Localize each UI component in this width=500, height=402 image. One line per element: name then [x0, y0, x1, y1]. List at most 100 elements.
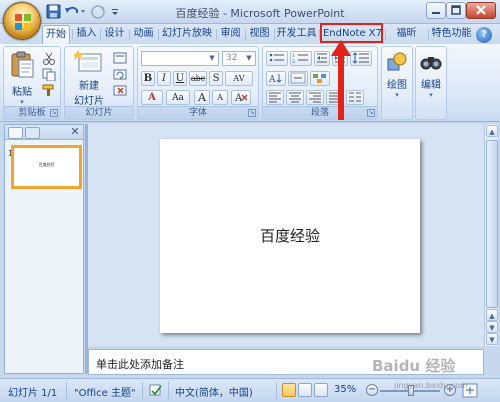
font-size-combo[interactable]: 32 ▼ [222, 51, 256, 66]
scroll-down-icon[interactable]: ▼ [486, 333, 498, 345]
clipboard-group: 粘贴 ▾ 剪贴板 ↘ [3, 46, 61, 120]
scroll-up-icon[interactable]: ▲ [486, 125, 498, 137]
copy-icon[interactable] [42, 68, 56, 82]
scroll-thumb[interactable] [486, 140, 498, 308]
tab-review[interactable]: 审阅 [217, 25, 243, 44]
tab-slideshow[interactable]: 幻灯片放映 [159, 25, 214, 44]
editing-button[interactable]: 编辑 ▾ [417, 51, 445, 103]
align-center-icon[interactable] [286, 90, 304, 105]
zoom-in-icon[interactable]: + [444, 384, 456, 396]
font-color-button[interactable]: A [141, 90, 163, 105]
editing-group: 编辑 ▾ [415, 46, 447, 120]
align-text-icon[interactable] [288, 71, 308, 86]
zoom-out-icon[interactable]: − [366, 384, 378, 396]
scroll-down-page-icon[interactable]: ▼ [486, 321, 498, 333]
powerpoint-window: 百度经验 - Microsoft PowerPoint 开始 插入 设计 动画 … [0, 0, 500, 402]
character-spacing-button[interactable]: AV [225, 71, 253, 86]
editing-label: 编辑 [421, 80, 441, 91]
normal-view-icon[interactable] [282, 383, 296, 397]
undo-icon[interactable] [64, 4, 86, 20]
text-shadow-button[interactable]: S [209, 71, 223, 86]
numbering-icon[interactable]: 12 [290, 51, 312, 66]
paragraph-group-label: 段落 [263, 106, 377, 119]
line-spacing-icon[interactable] [350, 51, 372, 66]
slide-canvas[interactable]: 百度经验 [160, 139, 420, 333]
maximize-button[interactable] [446, 2, 466, 19]
bullets-icon[interactable] [266, 51, 288, 66]
tab-developer[interactable]: 开发工具 [275, 25, 317, 44]
minimize-button[interactable] [426, 2, 446, 19]
tab-view[interactable]: 视图 [246, 25, 272, 44]
italic-button[interactable]: I [157, 71, 171, 86]
cut-icon[interactable] [42, 52, 56, 65]
font-size-value: 32 [226, 53, 238, 63]
clear-formatting-icon[interactable]: A [231, 90, 251, 105]
paste-button[interactable]: 粘贴 ▾ [7, 50, 37, 106]
paragraph-launcher-icon[interactable]: ↘ [367, 109, 375, 117]
new-slide-label-line2: 幻灯片 [74, 96, 104, 107]
slide-counter: 幻灯片 1/1 [8, 388, 58, 399]
fit-to-window-icon[interactable] [462, 383, 478, 398]
drawing-group: 绘图 ▾ [381, 46, 413, 120]
paragraph-group: 12 A 段落 ↘ [262, 46, 378, 120]
slide-title[interactable]: 百度经验 [160, 225, 420, 246]
vertical-scrollbar[interactable]: ▲ ▲ ▼ ▼ [484, 124, 498, 346]
font-name-combo[interactable]: ▼ [141, 51, 219, 66]
paste-label: 粘贴 [12, 87, 32, 98]
slides-tab-icon[interactable] [8, 127, 23, 139]
drawing-label: 绘图 [387, 80, 407, 91]
close-icon[interactable]: ✕ [69, 125, 81, 139]
align-right-icon[interactable] [306, 90, 324, 105]
font-launcher-icon[interactable]: ↘ [248, 109, 256, 117]
underline-button[interactable]: U [173, 71, 187, 86]
font-group: ▼ 32 ▼ B I U abc S AV A Aa A A A 字体 ↘ [137, 46, 259, 120]
title-bar: 百度经验 - Microsoft PowerPoint [0, 0, 500, 24]
slide-editing-area: 百度经验 [88, 124, 484, 346]
redo-icon[interactable] [89, 4, 107, 20]
paste-icon [11, 51, 34, 78]
smartart-icon[interactable] [310, 71, 330, 86]
grow-font-button[interactable]: A [194, 90, 210, 105]
tab-foxit-pdf[interactable]: 福昕PDF [386, 25, 426, 57]
tab-special-features[interactable]: 特色功能 [429, 25, 473, 44]
help-icon[interactable]: ? [476, 27, 492, 43]
text-direction-icon[interactable]: A [266, 71, 286, 86]
delete-slide-icon[interactable] [113, 84, 127, 97]
svg-text:A: A [234, 93, 243, 103]
slide-thumbnail-title: 百度经验 [38, 162, 55, 167]
office-button[interactable] [3, 2, 41, 40]
theme-name: "Office 主题" [74, 388, 136, 399]
shrink-font-button[interactable]: A [212, 90, 228, 105]
slideshow-view-icon[interactable] [314, 383, 328, 397]
zoom-slider-thumb[interactable] [408, 385, 414, 396]
decrease-indent-icon[interactable] [314, 51, 330, 66]
zoom-level[interactable]: 35% [334, 384, 356, 395]
scroll-up-page-icon[interactable]: ▲ [486, 309, 498, 321]
change-case-button[interactable]: Aa [166, 90, 190, 105]
tab-design[interactable]: 设计 [101, 25, 127, 44]
tab-insert[interactable]: 插入 [73, 25, 99, 44]
notes-pane[interactable]: 单击此处添加备注 [88, 349, 484, 375]
customize-icon[interactable] [110, 4, 120, 20]
bold-button[interactable]: B [141, 71, 155, 86]
clipboard-launcher-icon[interactable]: ↘ [50, 109, 58, 117]
spell-check-icon[interactable] [149, 384, 163, 397]
tab-animations[interactable]: 动画 [130, 25, 156, 44]
save-icon[interactable] [46, 4, 61, 20]
drawing-button[interactable]: 绘图 ▾ [383, 51, 411, 103]
svg-text:A: A [268, 75, 276, 84]
slide-thumbnail[interactable]: 百度经验 [11, 145, 82, 189]
format-painter-icon[interactable] [42, 84, 56, 97]
outline-tab-icon[interactable] [25, 127, 40, 139]
align-left-icon[interactable] [266, 90, 284, 105]
layout-icon[interactable] [113, 52, 127, 65]
new-slide-button[interactable]: 新建 幻灯片 [68, 50, 110, 107]
slide-sorter-view-icon[interactable] [298, 383, 312, 397]
strikethrough-button[interactable]: abc [189, 71, 207, 86]
tab-home[interactable]: 开始 [42, 25, 70, 44]
office-logo-icon [15, 14, 31, 30]
reset-slide-icon[interactable] [113, 68, 127, 81]
binoculars-icon [420, 57, 442, 70]
chevron-down-icon: ▼ [209, 54, 215, 62]
close-button[interactable] [466, 2, 496, 19]
